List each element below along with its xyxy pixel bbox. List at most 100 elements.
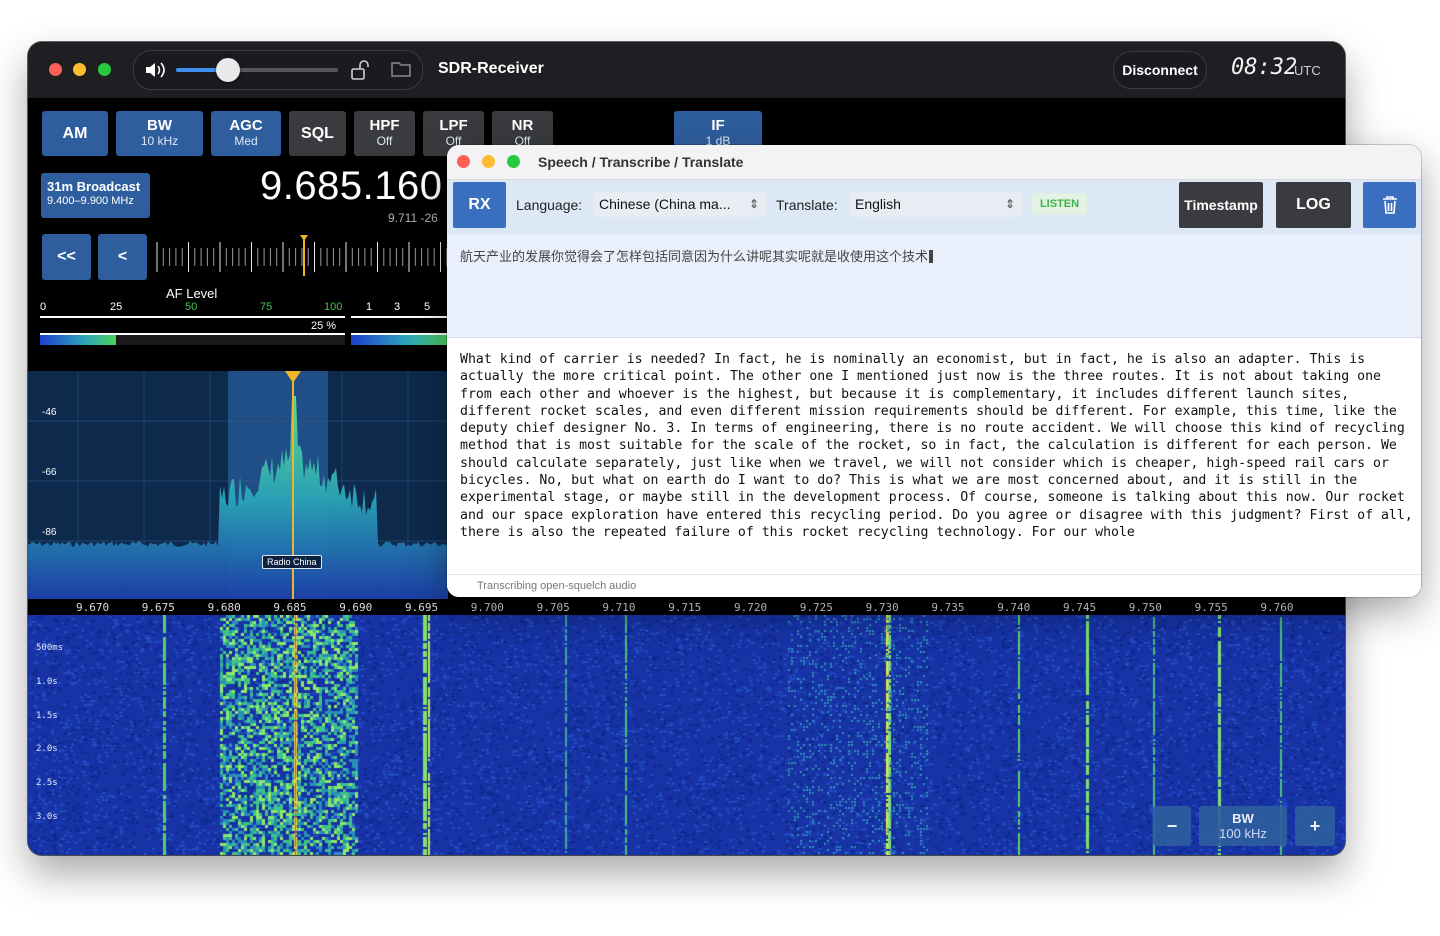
disconnect-button[interactable]: Disconnect <box>1113 51 1207 89</box>
freq-axis-label: 9.685 <box>273 601 307 614</box>
db-label-86: -86 <box>42 527 57 538</box>
frequency-axis: 9.670 9.675 9.680 9.685 9.690 9.695 9.700 9.705… <box>28 599 1345 615</box>
window-title: SDR-Receiver <box>438 60 544 77</box>
language-select-value: Chinese (China ma... <box>599 196 731 212</box>
spectrum-graph <box>28 371 448 599</box>
db-label-66: -66 <box>42 467 57 478</box>
freq-axis-label: 9.755 <box>1194 601 1228 614</box>
speech-status-text: Transcribing open-squelch audio <box>477 580 637 592</box>
hpf-value: Off <box>376 134 393 148</box>
original-transcript-pane[interactable]: 航天产业的发展你觉得会了怎样包括同意因为什么讲呢其实呢就是收使用这个技术 <box>447 234 1421 338</box>
freq-axis-label: 9.735 <box>931 601 965 614</box>
speech-window: Speech / Transcribe / Translate RX Langu… <box>447 145 1421 597</box>
tune-fast-back-button[interactable]: << <box>42 234 91 280</box>
clock-time: 08:32 <box>1231 55 1298 80</box>
af-meter-fill <box>40 335 117 345</box>
af-meter[interactable] <box>40 335 345 345</box>
language-label: Language: <box>516 197 583 213</box>
zoom-out-button[interactable]: − <box>1153 806 1191 846</box>
meter2-tick-3: 3 <box>394 301 401 313</box>
lpf-label: LPF <box>439 117 468 134</box>
hpf-button[interactable]: HPF Off <box>354 111 415 156</box>
band-range: 9.400–9.900 MHz <box>47 195 134 207</box>
translation-pane[interactable]: What kind of carrier is needed? In fact,… <box>447 338 1421 574</box>
trash-icon <box>1382 196 1397 214</box>
translate-label: Translate: <box>776 197 838 213</box>
nr-label: NR <box>511 117 534 134</box>
frequency-display[interactable]: 9.685.160 <box>260 164 442 209</box>
bw-value: 10 kHz <box>140 134 179 148</box>
spectrum-plot[interactable]: -46 -66 -86 Radio China <box>28 371 448 599</box>
freq-axis-label: 9.680 <box>207 601 241 614</box>
freq-axis-label: 9.725 <box>799 601 833 614</box>
rx-button[interactable]: RX <box>453 182 506 228</box>
folder-icon[interactable] <box>390 60 412 78</box>
freq-axis-label: 9.710 <box>602 601 636 614</box>
listen-badge: LISTEN <box>1032 193 1087 215</box>
meter2-tick-1: 1 <box>366 301 373 313</box>
af-tick-75: 75 <box>260 301 273 313</box>
speech-minimize-button[interactable] <box>482 155 495 168</box>
translate-select[interactable]: English ⇕ <box>849 192 1023 217</box>
freq-axis-label: 9.670 <box>76 601 110 614</box>
freq-axis-label: 9.740 <box>997 601 1031 614</box>
speech-zoom-button[interactable] <box>507 155 520 168</box>
af-value: 25 % <box>311 320 337 332</box>
bw-label: BW <box>147 117 172 134</box>
bw-button[interactable]: BW 10 kHz <box>116 111 203 156</box>
zoom-window-button[interactable] <box>98 63 111 76</box>
am-button[interactable]: AM <box>42 111 108 156</box>
clock-timezone: UTC <box>1294 63 1321 78</box>
text-cursor <box>929 250 934 263</box>
speaker-icon[interactable] <box>144 60 168 80</box>
freq-axis-label: 9.675 <box>141 601 175 614</box>
clear-button[interactable] <box>1363 182 1416 228</box>
hpf-label: HPF <box>369 117 400 134</box>
agc-button[interactable]: AGC Med <box>211 111 281 156</box>
dial-marker-head <box>300 235 308 241</box>
waterfall-display[interactable]: 500ms 1.0s 1.5s 2.0s 2.5s 3.0s − BW 100 … <box>28 615 1345 855</box>
close-window-button[interactable] <box>49 63 62 76</box>
translate-select-value: English <box>855 196 901 212</box>
waterfall-canvas <box>28 615 1345 855</box>
volume-slider-track[interactable] <box>176 68 338 72</box>
tuning-dial[interactable] <box>155 234 448 280</box>
speech-toolbar: RX Language: Chinese (China ma... ⇕ Tran… <box>447 180 1421 234</box>
speech-status-bar: Transcribing open-squelch audio <box>447 574 1421 597</box>
meter2-scale-line <box>351 316 448 318</box>
wf-time-2s: 2.0s <box>36 744 58 754</box>
speech-close-button[interactable] <box>457 155 470 168</box>
freq-axis-label: 9.695 <box>405 601 439 614</box>
station-label[interactable]: Radio China <box>262 555 322 569</box>
waterfall-bw-value: 100 kHz <box>1219 826 1267 841</box>
sql-button[interactable]: SQL <box>289 111 346 156</box>
freq-axis-label: 9.700 <box>470 601 504 614</box>
log-button[interactable]: LOG <box>1276 182 1351 228</box>
waterfall-bw-button[interactable]: BW 100 kHz <box>1199 806 1287 846</box>
minimize-window-button[interactable] <box>73 63 86 76</box>
unlock-icon[interactable] <box>350 59 370 81</box>
freq-axis-label: 9.750 <box>1128 601 1162 614</box>
freq-axis-label: 9.720 <box>734 601 768 614</box>
tune-back-button[interactable]: < <box>98 234 147 280</box>
freq-axis-label: 9.705 <box>536 601 570 614</box>
db-label-46: -46 <box>42 407 57 418</box>
title-bar: SDR-Receiver Disconnect 08:32 UTC <box>28 42 1345 98</box>
meter2-tick-5: 5 <box>424 301 431 313</box>
af-tick-25: 25 <box>110 301 123 313</box>
translation-text: What kind of carrier is needed? In fact,… <box>460 352 1421 540</box>
zoom-in-button[interactable]: + <box>1295 806 1335 846</box>
language-select[interactable]: Chinese (China ma... ⇕ <box>593 192 767 217</box>
frequency-sub-display: 9.711 -26 <box>388 211 438 225</box>
freq-axis-label: 9.690 <box>339 601 373 614</box>
timestamp-button[interactable]: Timestamp <box>1179 182 1263 228</box>
af-tick-0: 0 <box>40 301 47 313</box>
agc-value: Med <box>234 134 258 148</box>
volume-slider-knob[interactable] <box>215 58 240 82</box>
freq-axis-label: 9.745 <box>1063 601 1097 614</box>
freq-axis-label: 9.730 <box>865 601 899 614</box>
freq-axis-label: 9.760 <box>1260 601 1294 614</box>
wf-time-1s: 1.0s <box>36 677 58 687</box>
af-level-label: AF Level <box>166 286 218 301</box>
band-button[interactable]: 31m Broadcast 9.400–9.900 MHz <box>41 173 150 218</box>
